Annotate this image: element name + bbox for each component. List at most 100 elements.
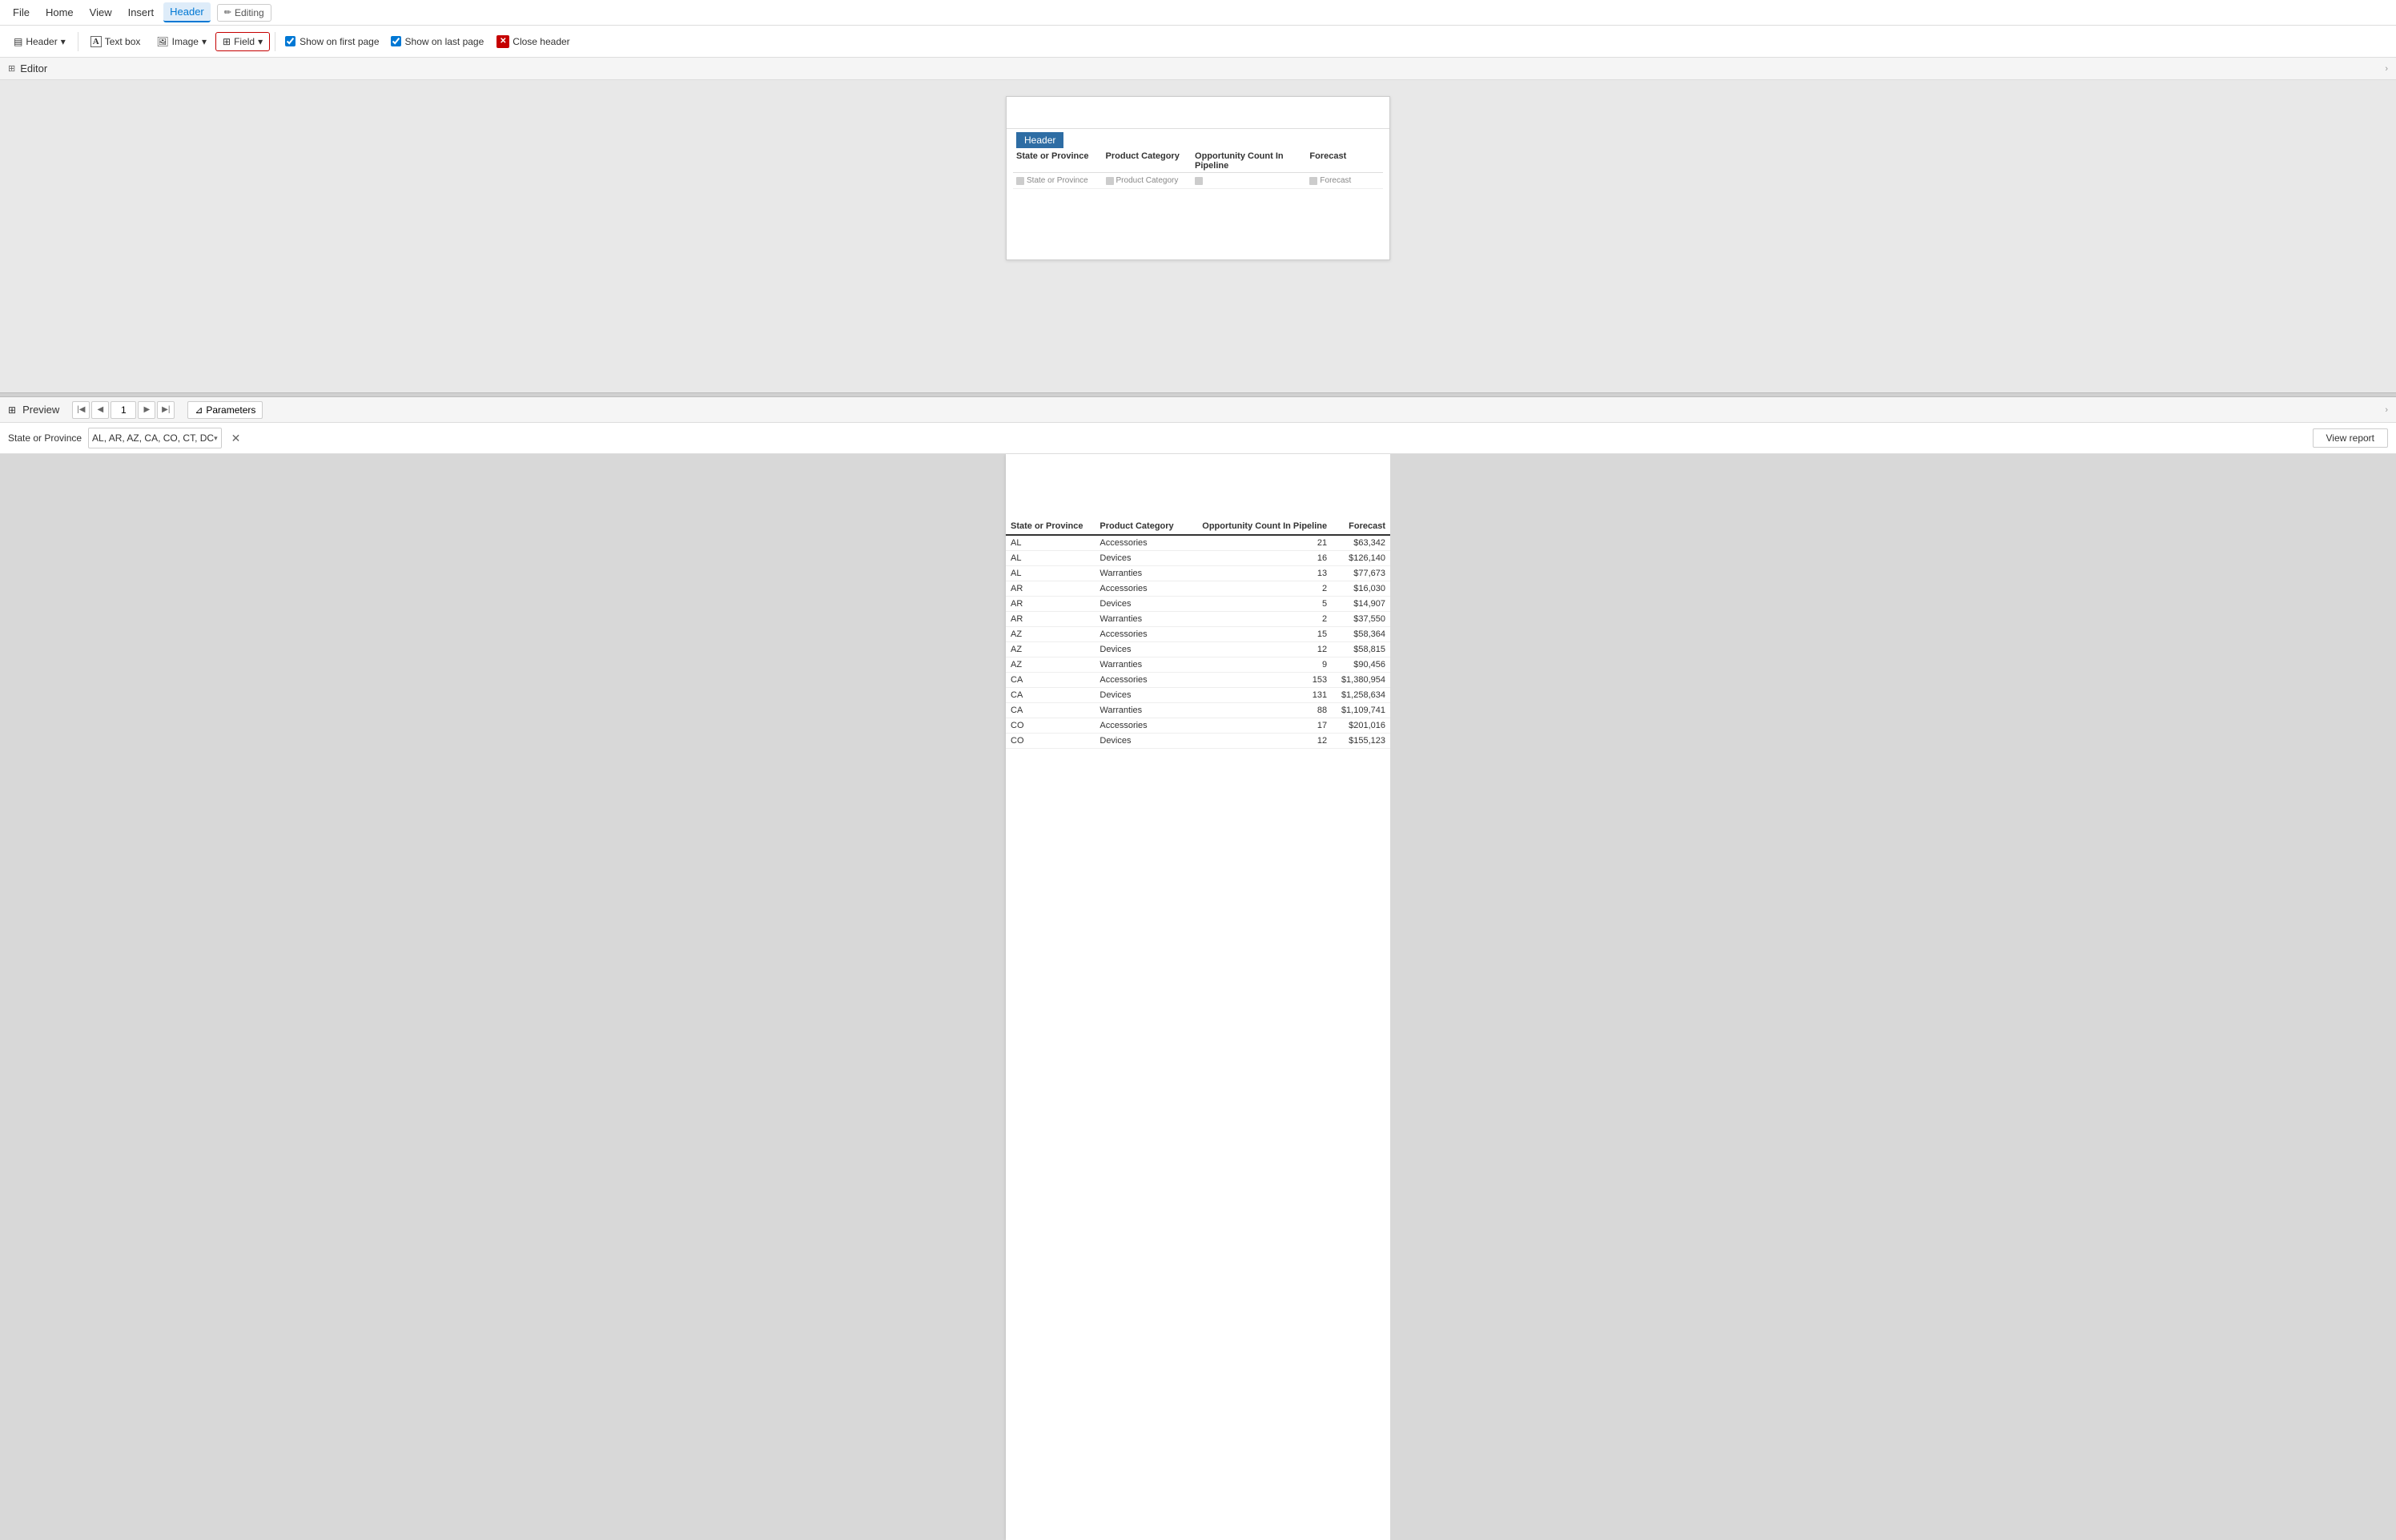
td-forecast: $14,907 xyxy=(1332,597,1390,612)
header-icon: ▤ xyxy=(14,36,22,47)
td-forecast: $90,456 xyxy=(1332,657,1390,673)
td-count: 2 xyxy=(1186,612,1332,627)
td-category: Accessories xyxy=(1095,581,1185,597)
td-state: AL xyxy=(1006,566,1095,581)
param-label: State or Province xyxy=(8,432,82,444)
close-header-button[interactable]: ✕ Close header xyxy=(490,32,576,51)
preview-section-label: Preview xyxy=(22,404,59,416)
table-row: AR Devices 5 $14,907 xyxy=(1006,597,1390,612)
page-number-input[interactable] xyxy=(111,401,136,419)
param-clear-button[interactable]: ✕ xyxy=(228,432,244,445)
td-forecast: $63,342 xyxy=(1332,535,1390,551)
header-chevron: ▾ xyxy=(61,36,66,47)
table-row: AL Accessories 21 $63,342 xyxy=(1006,535,1390,551)
editing-label: Editing xyxy=(235,7,264,18)
menu-insert[interactable]: Insert xyxy=(122,3,161,22)
editing-badge: ✏ Editing xyxy=(217,4,271,22)
td-forecast: $58,815 xyxy=(1332,642,1390,657)
canvas-header-section[interactable]: Header State or Province Product Categor… xyxy=(1007,129,1389,195)
td-state: AL xyxy=(1006,551,1095,566)
menu-view[interactable]: View xyxy=(83,3,119,22)
canvas-col-3: Opportunity Count In Pipeline xyxy=(1192,151,1306,171)
canvas-col-4: Forecast xyxy=(1306,151,1383,171)
td-forecast: $1,109,741 xyxy=(1332,703,1390,718)
td-forecast: $77,673 xyxy=(1332,566,1390,581)
td-state: AR xyxy=(1006,597,1095,612)
cell-icon-3 xyxy=(1195,177,1203,185)
show-on-last-checkbox[interactable]: Show on last page xyxy=(386,36,489,47)
td-count: 12 xyxy=(1186,642,1332,657)
show-on-last-input[interactable] xyxy=(391,36,401,46)
show-on-first-checkbox[interactable]: Show on first page xyxy=(280,36,384,47)
th-category: Product Category xyxy=(1095,518,1185,535)
td-state: CO xyxy=(1006,718,1095,734)
show-on-first-input[interactable] xyxy=(285,36,295,46)
field-button[interactable]: ⊞ Field ▾ xyxy=(215,32,270,51)
table-row: CA Devices 131 $1,258,634 xyxy=(1006,688,1390,703)
nav-first-btn[interactable]: |◀ xyxy=(72,401,90,419)
field-btn-label: Field xyxy=(234,36,255,47)
canvas-table-header: State or Province Product Category Oppor… xyxy=(1013,148,1383,173)
image-icon: 🖼 xyxy=(156,36,168,47)
td-forecast: $16,030 xyxy=(1332,581,1390,597)
table-row: AR Warranties 2 $37,550 xyxy=(1006,612,1390,627)
td-count: 9 xyxy=(1186,657,1332,673)
toolbar: ▤ Header ▾ A Text box 🖼 Image ▾ ⊞ Field … xyxy=(0,26,2396,58)
nav-next-btn[interactable]: ▶ xyxy=(138,401,155,419)
td-forecast: $155,123 xyxy=(1332,734,1390,749)
table-header-row: State or Province Product Category Oppor… xyxy=(1006,518,1390,535)
preview-table: State or Province Product Category Oppor… xyxy=(1006,518,1390,749)
view-report-button[interactable]: View report xyxy=(2313,428,2388,448)
td-category: Warranties xyxy=(1095,703,1185,718)
preview-top-space xyxy=(1006,454,1390,518)
td-count: 13 xyxy=(1186,566,1332,581)
td-state: AZ xyxy=(1006,642,1095,657)
header-btn-label: Header xyxy=(26,36,57,47)
preview-outer: State or Province Product Category Oppor… xyxy=(0,454,2396,1540)
editor-section-label: Editor xyxy=(20,62,47,74)
td-forecast: $1,258,634 xyxy=(1332,688,1390,703)
td-count: 16 xyxy=(1186,551,1332,566)
nav-last-btn[interactable]: ▶| xyxy=(157,401,175,419)
td-category: Warranties xyxy=(1095,657,1185,673)
td-category: Devices xyxy=(1095,688,1185,703)
td-category: Accessories xyxy=(1095,718,1185,734)
td-state: AR xyxy=(1006,581,1095,597)
preview-section-header: ⊞ Preview |◀ ◀ ▶ ▶| ⊿ Parameters › xyxy=(0,397,2396,423)
td-category: Warranties xyxy=(1095,566,1185,581)
canvas-cell-2: Product Category xyxy=(1103,175,1192,186)
textbox-icon: A xyxy=(90,36,102,47)
cell-icon-1 xyxy=(1016,177,1024,185)
param-chevron-icon: ▾ xyxy=(214,434,218,443)
td-category: Devices xyxy=(1095,551,1185,566)
td-category: Warranties xyxy=(1095,612,1185,627)
image-button[interactable]: 🖼 Image ▾ xyxy=(149,32,214,51)
canvas-cell-1-label: State or Province xyxy=(1027,176,1088,185)
editor-collapse-arrow[interactable]: › xyxy=(2385,64,2388,74)
td-forecast: $37,550 xyxy=(1332,612,1390,627)
td-count: 5 xyxy=(1186,597,1332,612)
td-category: Accessories xyxy=(1095,535,1185,551)
param-select[interactable]: AL, AR, AZ, CA, CO, CT, DC ▾ xyxy=(88,428,222,448)
report-canvas: Header State or Province Product Categor… xyxy=(1006,96,1390,260)
td-count: 21 xyxy=(1186,535,1332,551)
menu-header[interactable]: Header xyxy=(163,2,211,22)
header-button[interactable]: ▤ Header ▾ xyxy=(6,32,73,51)
td-state: CA xyxy=(1006,703,1095,718)
table-row: AZ Devices 12 $58,815 xyxy=(1006,642,1390,657)
td-category: Accessories xyxy=(1095,673,1185,688)
textbox-button[interactable]: A Text box xyxy=(83,32,148,51)
table-row: AL Devices 16 $126,140 xyxy=(1006,551,1390,566)
image-chevron: ▾ xyxy=(202,36,207,47)
menu-file[interactable]: File xyxy=(6,3,36,22)
textbox-btn-label: Text box xyxy=(105,36,141,47)
menu-home[interactable]: Home xyxy=(39,3,80,22)
preview-collapse-arrow[interactable]: › xyxy=(2385,405,2388,415)
preview-side-left xyxy=(0,454,1006,1540)
editor-area: Header State or Province Product Categor… xyxy=(0,80,2396,392)
nav-prev-btn[interactable]: ◀ xyxy=(91,401,109,419)
td-count: 15 xyxy=(1186,627,1332,642)
th-state: State or Province xyxy=(1006,518,1095,535)
parameters-button[interactable]: ⊿ Parameters xyxy=(187,401,263,419)
canvas-col-1: State or Province xyxy=(1013,151,1103,171)
